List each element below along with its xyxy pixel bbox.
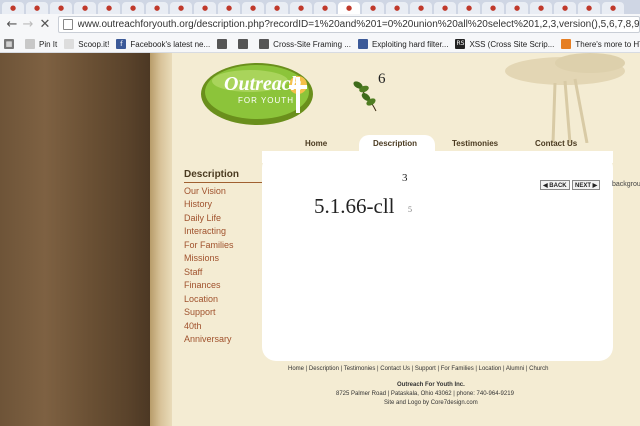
nav-contact-us[interactable]: Contact Us [535,139,577,148]
bookmark-item[interactable]: f Facebook's latest ne... [116,39,210,49]
sidebar-divider [184,182,262,183]
bookmark-label: Pin It [39,39,58,49]
back-button[interactable]: ◀ BACK [540,180,570,190]
bookmark-label: XSS (Cross Site Scrip... [469,39,555,49]
footer-org: Outreach For Youth Inc. [397,382,465,388]
sidebar-link-our-vision[interactable]: Our Vision [184,186,226,196]
injected-output-3: 3 [402,172,408,184]
browser-tab[interactable]: ● [122,2,144,14]
rs-icon: RS [455,39,466,49]
bookmarks-bar: ▦ Pin It Scoop.it! f Facebook's latest n… [0,36,640,53]
injected-output-5: 5 [408,205,412,214]
browser-tab[interactable]: ● [554,2,576,14]
bookmark-item[interactable]: There's more to HT... [561,39,640,49]
bookmark-item[interactable] [238,39,252,49]
web-page: Outreach FOR YOUTH 6 Home Description Te… [0,53,640,426]
bookmark-item[interactable]: Cross-Site Framing ... [259,39,351,49]
forward-arrow-icon[interactable]: → [20,17,36,33]
nav-home[interactable]: Home [305,139,327,148]
sidebar-link-for-families[interactable]: For Families [184,240,234,250]
sidebar-link-support[interactable]: Support [184,307,216,317]
browser-tab[interactable]: ● [482,2,504,14]
browser-tab[interactable]: ● [194,2,216,14]
browser-tab[interactable]: ● [266,2,288,14]
sidebar-link-location[interactable]: Location [184,294,218,304]
browser-tab[interactable]: ● [578,2,600,14]
bookmark-label: Exploiting hard filter... [371,39,449,49]
bookmark-item[interactable] [217,39,231,49]
sidebar-link-daily-life[interactable]: Daily Life [184,213,221,223]
overflow-text: backgrou [612,181,640,188]
apps-icon: ▦ [4,39,14,49]
url-text: www.outreachforyouth.org/description.php… [77,19,639,30]
page-icon [217,39,228,49]
leaf-sprig-icon [353,81,377,112]
page-icon [238,39,249,49]
footer-address: 8725 Palmer Road | Pataskala, Ohio 43062… [336,391,514,397]
bookmark-label: Cross-Site Framing ... [273,39,351,49]
browser-tab-active[interactable]: ● [338,2,360,14]
scoopit-icon [64,39,75,49]
page-icon [259,39,270,49]
browser-tab[interactable]: ● [170,2,192,14]
badge-number: 6 [378,71,386,87]
browser-tab[interactable]: ● [146,2,168,14]
browser-tab[interactable]: ● [602,2,624,14]
footer-links[interactable]: Home | Description | Testimonies | Conta… [288,366,548,372]
page-icon [561,39,572,49]
stop-icon[interactable]: ✕ [37,17,53,33]
pin-icon [25,39,35,49]
injected-version-text: 5.1.66-cll [314,194,395,218]
browser-tab[interactable]: ● [314,2,336,14]
bookmark-item[interactable]: Exploiting hard filter... [357,39,449,49]
page-icon [63,19,73,30]
bookmark-item[interactable]: Scoop.it! [64,39,109,49]
browser-tab[interactable]: ● [218,2,240,14]
browser-tab[interactable]: ● [2,2,24,14]
browser-tab-strip: ● ● ● ● ● ● ● ● ● ● ● ● ● ● ● ● ● ● ● ● … [0,0,640,14]
browser-tab[interactable]: ● [290,2,312,14]
sidebar-link-staff[interactable]: Staff [184,267,202,277]
browser-tab[interactable]: ● [410,2,432,14]
page-icon [357,39,368,49]
browser-tab[interactable]: ● [242,2,264,14]
sidebar-title: Description [184,169,240,180]
bookmark-item[interactable]: ▦ [4,39,18,49]
bookmark-label: There's more to HT... [575,39,640,49]
bookmark-item[interactable]: RS XSS (Cross Site Scrip... [455,39,554,49]
next-button[interactable]: NEXT ▶ [572,180,601,190]
sidebar-link-missions[interactable]: Missions [184,253,219,263]
wood-edge [150,53,172,426]
logo-title: Outreach [224,73,302,95]
logo-subtitle: FOR YOUTH [238,96,294,105]
browser-tab[interactable]: ● [98,2,120,14]
sidebar-link-history[interactable]: History [184,199,212,209]
bookmark-label: Facebook's latest ne... [130,39,211,49]
browser-tab[interactable]: ● [506,2,528,14]
browser-toolbar: ← → ✕ www.outreachforyouth.org/descripti… [0,14,640,37]
nav-testimonies[interactable]: Testimonies [452,139,498,148]
tree-watermark [505,53,625,143]
sidebar-link-interacting[interactable]: Interacting [184,226,226,236]
browser-tab[interactable]: ● [386,2,408,14]
sidebar-link-40th[interactable]: 40th [184,321,202,331]
sidebar-link-finances[interactable]: Finances [184,280,221,290]
bookmark-label: Scoop.it! [78,39,110,49]
address-bar[interactable]: www.outreachforyouth.org/description.php… [58,16,640,33]
browser-tab[interactable]: ● [74,2,96,14]
wood-background [0,53,150,426]
footer-credit[interactable]: Site and Logo by Core7design.com [384,400,478,406]
browser-tab[interactable]: ● [434,2,456,14]
browser-tab[interactable]: ● [362,2,384,14]
browser-tab[interactable]: ● [50,2,72,14]
browser-tab[interactable]: ● [458,2,480,14]
facebook-icon: f [116,39,127,49]
browser-tab[interactable]: ● [530,2,552,14]
back-arrow-icon[interactable]: ← [4,17,20,33]
sidebar-link-anniversary[interactable]: Anniversary [184,334,232,344]
bookmark-item[interactable]: Pin It [25,39,57,49]
browser-tab[interactable]: ● [26,2,48,14]
nav-description[interactable]: Description [373,139,417,148]
